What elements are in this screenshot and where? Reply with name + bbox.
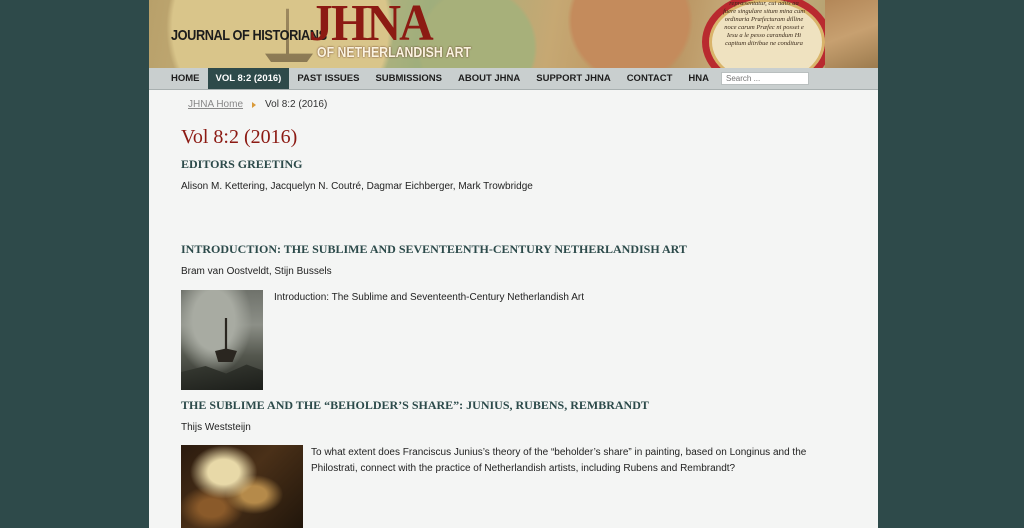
breadcrumb: JHNA Home Vol 8:2 (2016) <box>188 99 327 110</box>
section-authors: Thijs Weststeijn <box>181 422 251 433</box>
nav-hna[interactable]: HNA <box>680 68 717 89</box>
article-thumbnail-ship-painting[interactable] <box>181 290 263 390</box>
search-input[interactable] <box>721 72 810 85</box>
section-title-editors-greeting[interactable]: EDITORS GREETING <box>181 157 302 172</box>
site-banner[interactable]: JOURNAL OF HISTORIANS JHNA OF NETHERLAND… <box>149 0 878 68</box>
article-entry: Introduction: The Sublime and Seventeent… <box>181 290 584 390</box>
section-title-introduction[interactable]: INTRODUCTION: THE SUBLIME AND SEVENTEENT… <box>181 242 687 257</box>
cartouche-text: repræsentatur, cui adiis aa fuere singul… <box>723 0 805 47</box>
banner-netherlandish-art: OF NETHERLANDISH ART <box>317 44 471 61</box>
nav-past-issues[interactable]: PAST ISSUES <box>289 68 367 89</box>
article-abstract: To what extent does Franciscus Junius’s … <box>311 447 807 474</box>
page-title: Vol 8:2 (2016) <box>181 126 298 148</box>
map-illustration <box>825 0 878 68</box>
breadcrumb-home-link[interactable]: JHNA Home <box>188 99 243 110</box>
section-authors: Alison M. Kettering, Jacquelyn N. Coutré… <box>181 181 533 192</box>
nav-vol-8-2[interactable]: VOL 8:2 (2016) <box>207 68 290 89</box>
main-nav: HOME VOL 8:2 (2016) PAST ISSUES SUBMISSI… <box>149 68 878 90</box>
breadcrumb-current: Vol 8:2 (2016) <box>265 99 328 110</box>
nav-support-jhna[interactable]: SUPPORT JHNA <box>528 68 618 89</box>
nav-home[interactable]: HOME <box>149 68 208 89</box>
nav-about-jhna[interactable]: ABOUT JHNA <box>450 68 528 89</box>
section-title-beholders-share[interactable]: THE SUBLIME AND THE “BEHOLDER’S SHARE”: … <box>181 398 649 413</box>
article-abstract: Introduction: The Sublime and Seventeent… <box>274 292 584 303</box>
breadcrumb-arrow-icon <box>252 101 257 108</box>
nav-submissions[interactable]: SUBMISSIONS <box>367 68 450 89</box>
banner-journal-of: JOURNAL OF HISTORIANS <box>171 27 327 44</box>
article-thumbnail-baroque-painting[interactable] <box>181 445 303 528</box>
nav-contact[interactable]: CONTACT <box>619 68 681 89</box>
article-entry: To what extent does Franciscus Junius’s … <box>181 445 861 528</box>
page-container: JOURNAL OF HISTORIANS JHNA OF NETHERLAND… <box>149 0 878 528</box>
section-authors: Bram van Oostveldt, Stijn Bussels <box>181 266 332 277</box>
